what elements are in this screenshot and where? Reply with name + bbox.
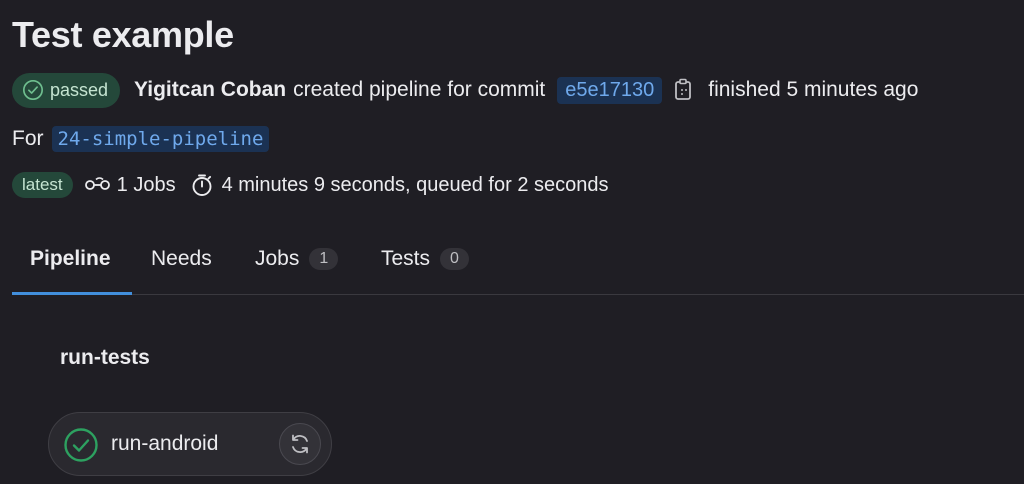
retry-icon (288, 432, 312, 456)
jobs-count-text: 1 Jobs (116, 173, 176, 196)
pipeline-header: passed Yigitcan Coban created pipeline f… (12, 72, 918, 108)
tab-label: Jobs (255, 247, 300, 270)
tab-needs[interactable]: Needs (151, 226, 212, 292)
branch-row: For 24-simple-pipeline (12, 124, 270, 154)
check-circle-icon (22, 79, 44, 101)
latest-badge: latest (12, 172, 73, 198)
jobs-icon (84, 176, 111, 194)
status-badge[interactable]: passed (12, 72, 121, 108)
tab-label: Pipeline (30, 247, 111, 270)
for-label: For (12, 127, 44, 150)
page-title: Test example (12, 14, 234, 55)
pipeline-page: Test example passed Yigitcan Coban creat… (0, 0, 1024, 484)
created-text: created pipeline for commit (293, 78, 546, 101)
tests-count-badge: 0 (440, 248, 469, 270)
tab-tests[interactable]: Tests 0 (381, 226, 469, 292)
meta-row: latest 1 Jobs 4 minutes 9 seconds, queue… (12, 170, 609, 200)
jobs-count-badge: 1 (309, 248, 339, 270)
finished-text: finished 5 minutes ago (708, 78, 919, 101)
job-run-android[interactable]: run-android (48, 412, 332, 476)
pipeline-tabs: Pipeline Needs Jobs 1 Tests 0 (12, 226, 1024, 295)
status-label: passed (50, 79, 109, 100)
tab-label: Tests (381, 247, 431, 270)
tab-jobs[interactable]: Jobs 1 (255, 226, 339, 292)
user-link[interactable]: Yigitcan Coban (134, 78, 286, 102)
retry-button[interactable] (279, 423, 321, 465)
duration-text: 4 minutes 9 seconds, queued for 2 second… (221, 173, 609, 196)
job-name: run-android (111, 432, 219, 455)
check-circle-icon (63, 427, 99, 463)
copy-icon[interactable] (672, 78, 694, 102)
branch-link[interactable]: 24-simple-pipeline (51, 126, 270, 152)
tab-pipeline[interactable]: Pipeline (30, 226, 111, 292)
active-tab-indicator (12, 292, 132, 295)
stage-name: run-tests (60, 346, 150, 369)
timer-icon (190, 173, 214, 197)
commit-link[interactable]: e5e17130 (557, 76, 663, 104)
tab-label: Needs (151, 247, 212, 270)
